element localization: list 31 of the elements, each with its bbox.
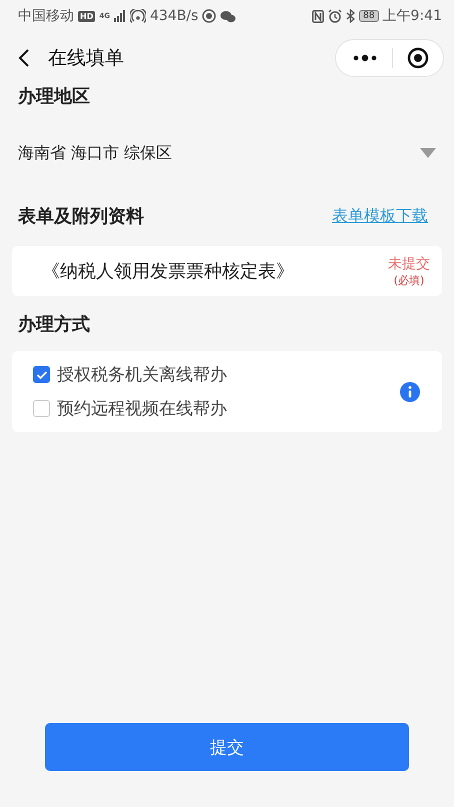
- required-note: (必填): [394, 272, 424, 288]
- carrier-text: 中国移动: [18, 7, 74, 25]
- region-select[interactable]: 海南省 海口市 综保区: [0, 138, 454, 168]
- signal-icon: [114, 10, 126, 22]
- check-icon: [36, 370, 48, 380]
- checkbox[interactable]: [33, 400, 50, 417]
- more-icon[interactable]: [352, 54, 378, 62]
- close-icon[interactable]: [407, 47, 429, 69]
- clock-text: 上午9:41: [382, 7, 442, 25]
- section-heading: 表单及附列资料: [18, 205, 144, 228]
- page-title: 在线填单: [48, 46, 124, 71]
- section-heading: 办理地区: [16, 85, 91, 108]
- bluetooth-icon: [346, 9, 356, 23]
- submit-button[interactable]: 提交: [45, 723, 409, 771]
- option-label[interactable]: 授权税务机关离线帮办: [57, 363, 227, 386]
- nfc-icon: [312, 10, 324, 22]
- checkbox[interactable]: [33, 366, 50, 383]
- back-icon[interactable]: [18, 48, 30, 68]
- alarm-icon: [328, 9, 342, 23]
- chat-icon: [220, 10, 236, 22]
- status-text: 未提交: [388, 254, 430, 272]
- form-card[interactable]: 《纳税人领用发票票种核定表》 未提交 (必填): [12, 246, 442, 296]
- speed-text: 434B/s: [150, 8, 198, 24]
- section-heading: 办理方式: [16, 313, 91, 336]
- dropdown-icon: [420, 148, 436, 158]
- info-icon[interactable]: [400, 382, 420, 402]
- battery-indicator: 88: [359, 10, 379, 22]
- option-label[interactable]: 预约远程视频在线帮办: [57, 397, 227, 420]
- hd-badge: HD: [78, 10, 96, 22]
- form-title: 《纳税人领用发票票种核定表》: [42, 260, 294, 283]
- hotspot-icon: [130, 9, 146, 23]
